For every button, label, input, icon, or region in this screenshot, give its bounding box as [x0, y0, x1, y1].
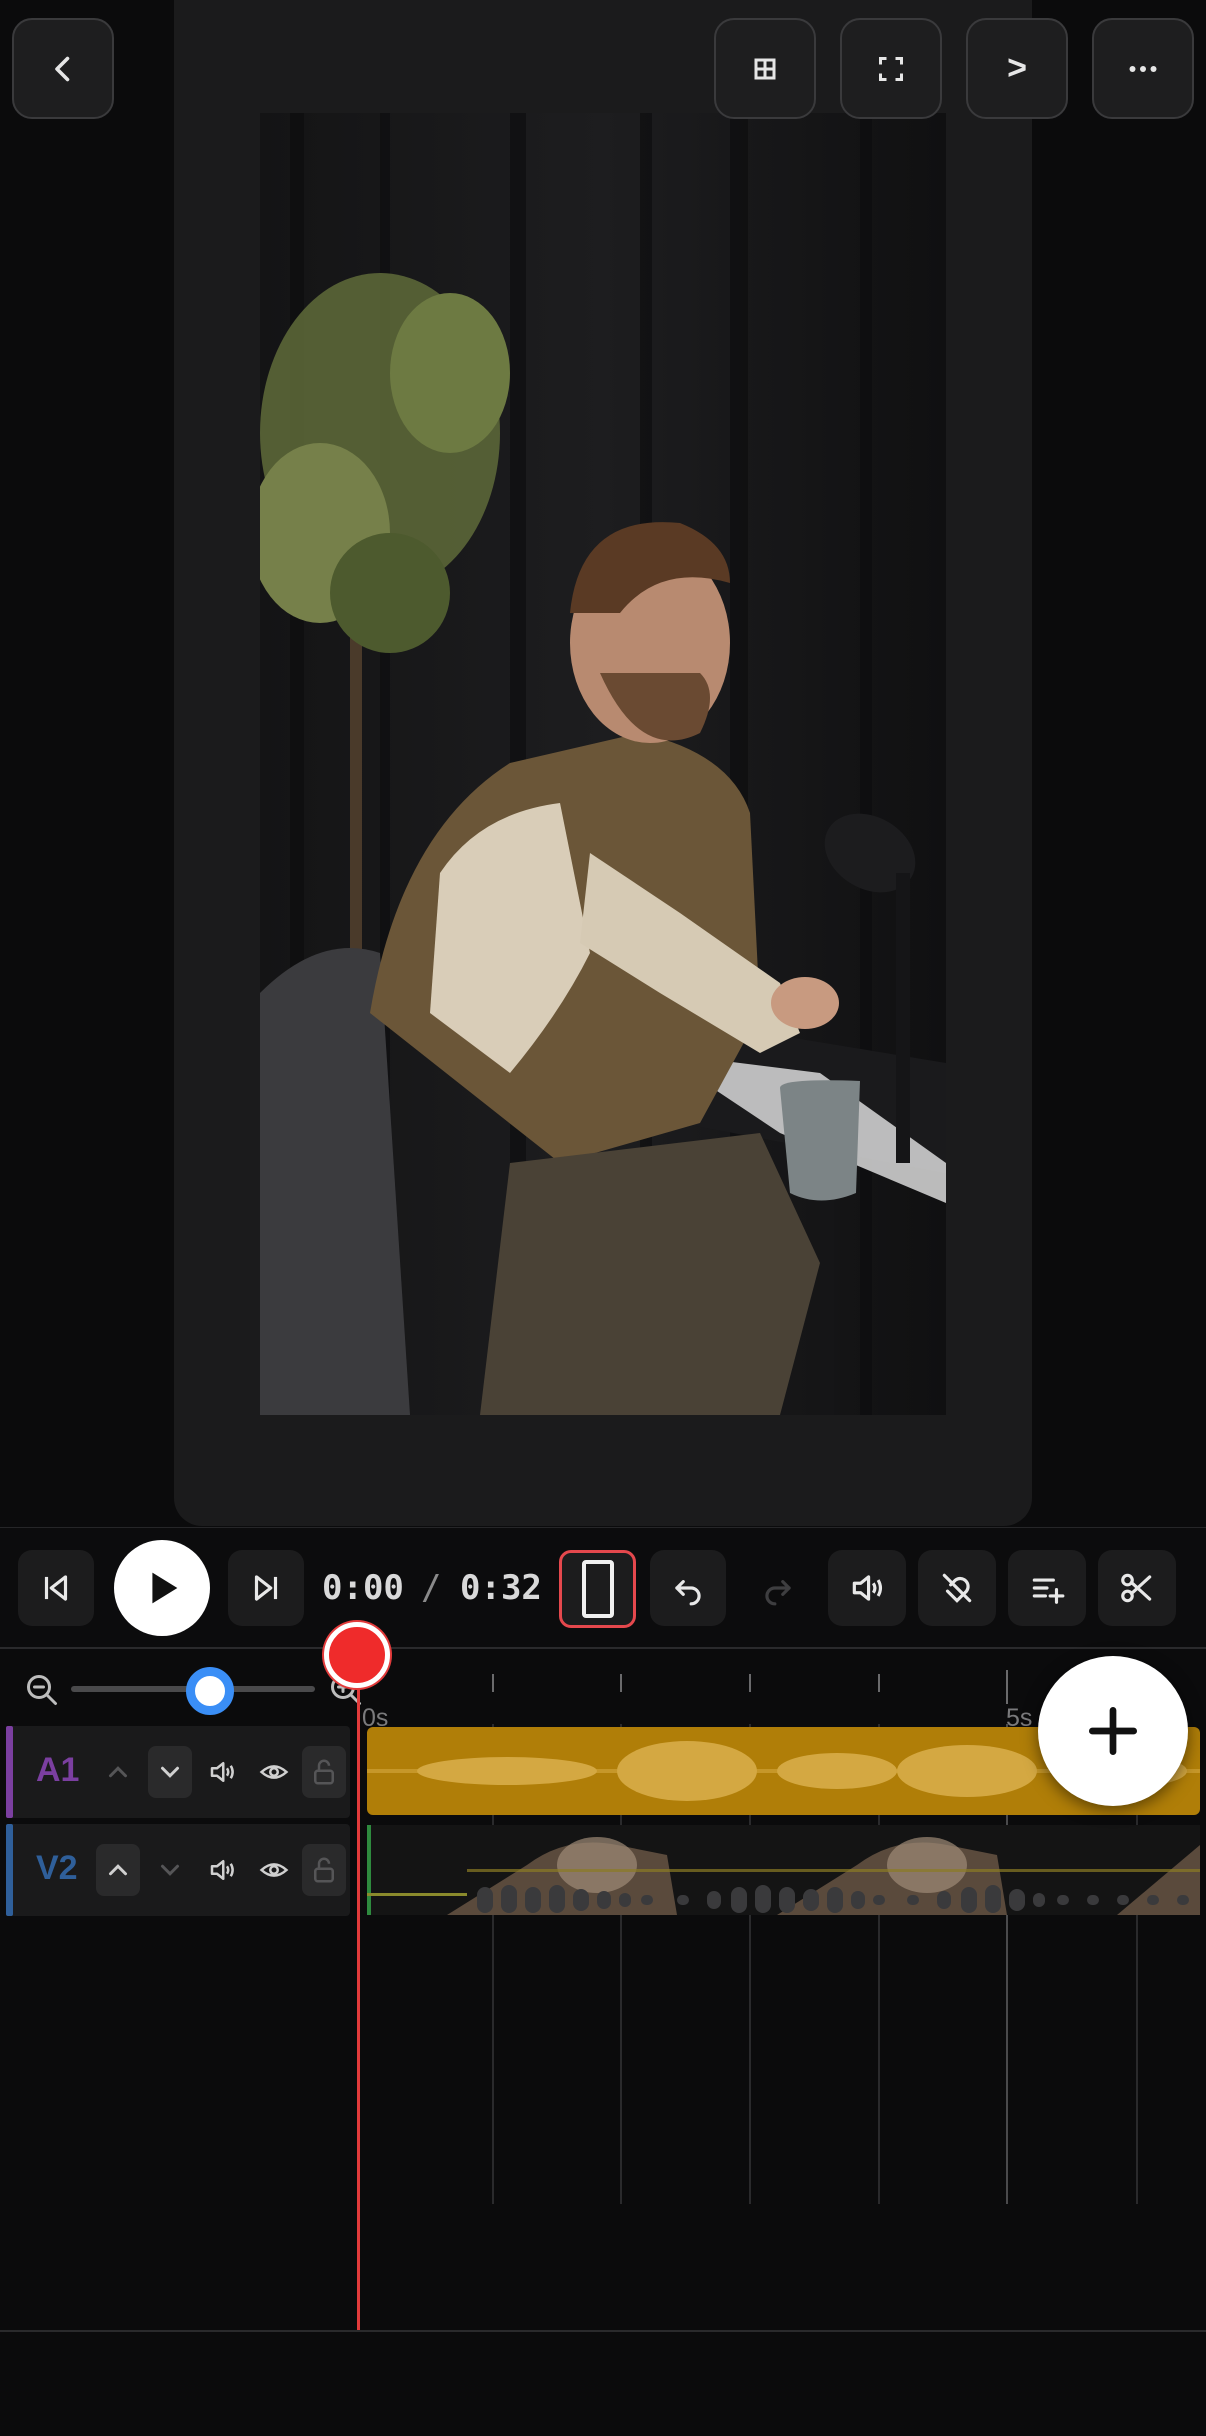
undo-button[interactable]	[650, 1550, 726, 1626]
magnet-icon	[942, 1573, 972, 1603]
grid-icon	[754, 58, 776, 79]
ruler-tick	[620, 1674, 622, 1692]
chevron-down-icon	[161, 1864, 179, 1876]
add-media-button[interactable]	[1038, 1656, 1188, 1806]
ruler-tick-major	[1006, 1670, 1008, 1704]
redo-button[interactable]	[740, 1550, 816, 1626]
eye-icon	[259, 1863, 289, 1877]
grid-button[interactable]	[714, 18, 816, 119]
unlock-icon	[314, 1857, 334, 1883]
redo-icon	[765, 1580, 791, 1606]
move-up-button[interactable]	[96, 1844, 140, 1896]
magnet-button[interactable]	[918, 1550, 996, 1626]
track-color-bar	[6, 1824, 13, 1916]
volume-icon	[852, 1575, 883, 1601]
move-up-button[interactable]	[96, 1746, 140, 1798]
current-time: 0:00	[322, 1568, 404, 1608]
divider	[0, 2330, 1206, 2332]
move-down-button[interactable]	[148, 1746, 192, 1798]
next-button[interactable]: >	[966, 18, 1068, 119]
zoom-out-icon[interactable]	[24, 1672, 60, 1708]
chevron-down-icon	[161, 1766, 179, 1778]
track-lock-button[interactable]	[302, 1844, 346, 1896]
track-header-a1: A1	[6, 1726, 350, 1818]
track-mute-button[interactable]	[200, 1746, 244, 1798]
video-frame-image	[260, 113, 946, 1415]
time-separator: /	[421, 1568, 442, 1608]
track-color-bar	[6, 1726, 13, 1818]
ruler-tick	[878, 1674, 880, 1692]
aspect-ratio-icon	[581, 1560, 614, 1618]
track-name: V2	[36, 1849, 78, 1887]
volume-button[interactable]	[828, 1550, 906, 1626]
volume-icon	[210, 1762, 234, 1782]
more-horizontal-icon	[1129, 65, 1157, 72]
fullscreen-icon	[879, 56, 903, 81]
video-editor-screen: > 0:00 / 0:32 0s 5s A1 V2	[0, 0, 1206, 2436]
add-list-icon	[1032, 1578, 1065, 1604]
skip-forward-icon	[254, 1575, 278, 1601]
play-button[interactable]	[114, 1540, 210, 1636]
back-button[interactable]	[12, 18, 114, 119]
plus-icon	[1088, 1706, 1138, 1756]
ruler-tick	[492, 1674, 494, 1692]
aspect-ratio-button[interactable]	[559, 1550, 636, 1628]
next-label: >	[1007, 49, 1027, 87]
cut-button[interactable]	[1098, 1550, 1176, 1626]
video-thumbnails	[367, 1825, 1200, 1915]
skip-forward-button[interactable]	[228, 1550, 304, 1626]
track-visibility-button[interactable]	[252, 1844, 296, 1896]
zoom-slider-knob[interactable]	[186, 1667, 234, 1715]
undo-icon	[675, 1580, 701, 1606]
move-down-button[interactable]	[148, 1844, 192, 1896]
chevron-up-icon	[109, 1766, 127, 1778]
track-lock-button[interactable]	[302, 1746, 346, 1798]
playhead-handle[interactable]	[324, 1622, 390, 1688]
eye-icon	[259, 1765, 289, 1779]
skip-back-button[interactable]	[18, 1550, 94, 1626]
play-icon	[152, 1572, 178, 1604]
track-mute-button[interactable]	[200, 1844, 244, 1896]
more-button[interactable]	[1092, 18, 1194, 119]
track-header-v2: V2	[6, 1824, 350, 1916]
track-name: A1	[36, 1751, 80, 1789]
total-time: 0:32	[460, 1568, 542, 1608]
scissors-icon	[1121, 1573, 1152, 1603]
ruler-tick	[749, 1674, 751, 1692]
unlock-icon	[314, 1759, 334, 1785]
add-list-button[interactable]	[1008, 1550, 1086, 1626]
chevron-up-icon	[109, 1864, 127, 1876]
fullscreen-button[interactable]	[840, 18, 942, 119]
skip-back-icon	[44, 1575, 68, 1601]
chevron-left-icon	[55, 56, 70, 81]
playhead-line[interactable]	[357, 1660, 360, 2332]
video-preview[interactable]	[260, 113, 946, 1415]
volume-icon	[210, 1860, 234, 1880]
track-visibility-button[interactable]	[252, 1746, 296, 1798]
video-clip[interactable]	[367, 1825, 1200, 1915]
